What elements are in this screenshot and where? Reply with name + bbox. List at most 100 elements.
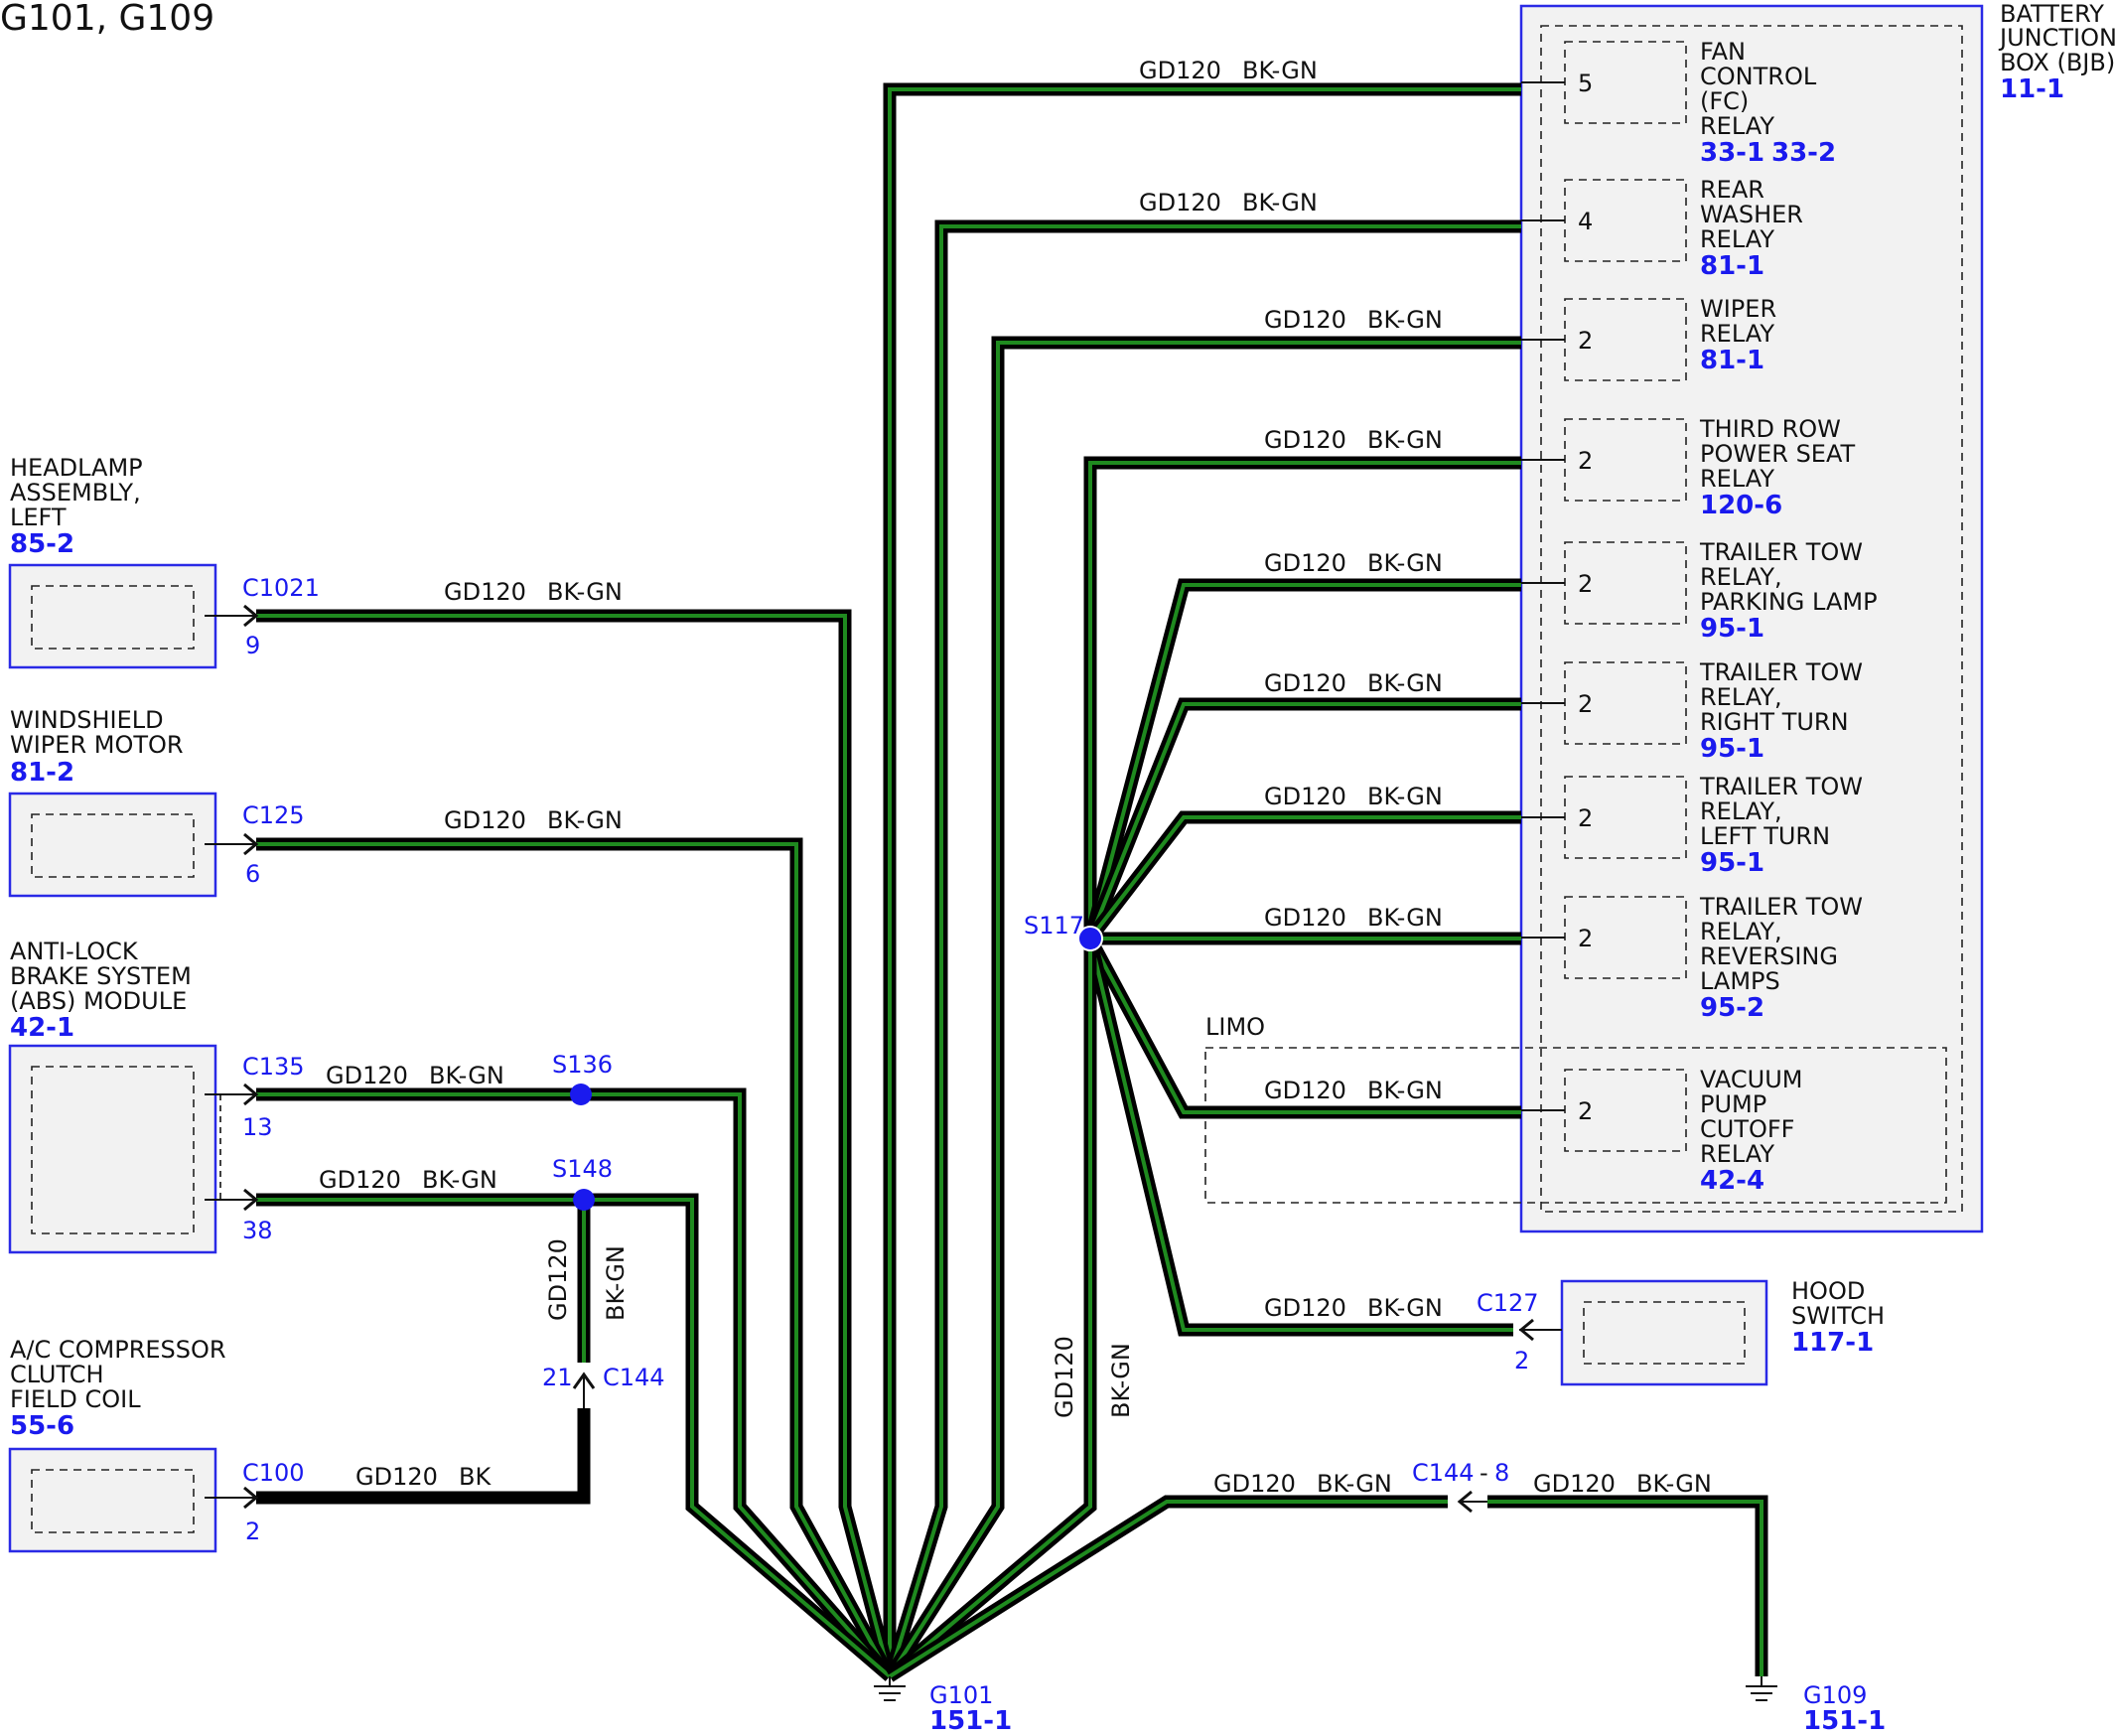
wiper-motor-ref: 81-2: [10, 758, 74, 788]
relay-name-7-3: LAMPS: [1700, 967, 1780, 995]
wire-labels: GD120 BK-GN GD120 BK-GN GD120 BK-GN GD120 BK-GN…: [319, 57, 1712, 1498]
relay-pin-2: 2: [1578, 327, 1593, 355]
pin-c127: 2: [1514, 1347, 1529, 1374]
label-s148-vert-circuit: GD120: [544, 1238, 572, 1321]
relay-ref-0-0: 33-1: [1700, 138, 1764, 168]
relay-pin-7: 2: [1578, 925, 1593, 952]
relay-name-0-2: (FC): [1700, 87, 1749, 115]
wire-c144-8-g109-outline: [1487, 1495, 1768, 1676]
relay-name-8-2: CUTOFF: [1700, 1115, 1794, 1143]
label-wiper-motor-circuit: GD120: [444, 806, 526, 834]
label-left-circuit: GD120: [1264, 783, 1346, 810]
relay-name-4-2: PARKING LAMP: [1700, 588, 1878, 616]
splice-s136: [570, 1084, 592, 1105]
ground-g101-symbol: [874, 1676, 906, 1701]
label-ac-clutch-circuit: GD120: [355, 1463, 438, 1491]
ground-g101-ref: 151-1: [929, 1706, 1012, 1731]
label-parking-color: BK-GN: [1367, 549, 1443, 577]
relay-name-5-0: TRAILER TOW: [1699, 658, 1863, 686]
relay-name-1-2: RELAY: [1700, 225, 1774, 253]
relay-name-8-0: VACUUM: [1700, 1066, 1802, 1093]
schematic-canvas: G101, G109 BATTERY JUNCTION BOX (BJB) 11…: [0, 0, 2115, 1736]
connector-c144-8: C144: [1412, 1459, 1475, 1487]
relay-name-7-0: TRAILER TOW: [1699, 893, 1863, 921]
ac-compressor-clutch: [8, 1447, 217, 1553]
relay-pin-5: 2: [1578, 690, 1593, 718]
relay-name-1-1: WASHER: [1700, 201, 1803, 228]
abs-ref: 42-1: [10, 1013, 74, 1043]
label-s117-vert-circuit: GD120: [1051, 1336, 1078, 1418]
hood-switch-ref: 117-1: [1791, 1328, 1874, 1358]
label-fc-color: BK-GN: [1242, 57, 1318, 84]
wire-c144-8-ground-outline: [886, 1495, 1448, 1682]
ac-clutch-name-3: FIELD COIL: [10, 1385, 141, 1413]
ground-g101: G101: [929, 1681, 993, 1709]
label-headlamp-circuit: GD120: [444, 578, 526, 606]
relay-ref-8-0: 42-4: [1700, 1166, 1764, 1196]
ac-clutch-name-2: CLUTCH: [10, 1361, 104, 1388]
pin-c100: 2: [245, 1518, 260, 1545]
ground-g109-symbol: [1746, 1676, 1777, 1701]
relay-name-4-1: RELAY,: [1700, 563, 1782, 591]
headlamp-assembly-left: [8, 563, 217, 669]
ground-g109-ref: 151-1: [1803, 1706, 1886, 1731]
label-wiper-circuit: GD120: [1264, 306, 1346, 334]
label-ac-clutch-color: BK: [459, 1463, 492, 1491]
label-abs-13-color: BK-GN: [429, 1062, 504, 1089]
label-rear-washer-color: BK-GN: [1242, 189, 1318, 217]
relay-name-2-0: WIPER: [1700, 295, 1776, 323]
pin-c1021: 9: [245, 632, 260, 659]
label-c144-8-right-color: BK-GN: [1636, 1470, 1712, 1498]
relay-name-6-2: LEFT TURN: [1700, 822, 1830, 850]
hood-switch-name-2: SWITCH: [1791, 1302, 1885, 1330]
splice-s148-label: S148: [552, 1155, 613, 1183]
relay-name-0-0: FAN: [1700, 38, 1746, 66]
label-reversing-color: BK-GN: [1367, 904, 1443, 932]
relay-name-1-0: REAR: [1700, 176, 1764, 204]
bjb-name-3: BOX (BJB): [2000, 49, 2115, 76]
relay-name-0-1: CONTROL: [1700, 63, 1817, 90]
relay-name-3-0: THIRD ROW: [1699, 415, 1841, 443]
splice-s148: [573, 1189, 595, 1211]
splice-s117-label: S117: [1024, 912, 1084, 940]
connector-c1021: C1021: [242, 574, 320, 602]
label-third-row-color: BK-GN: [1367, 426, 1443, 454]
abs-module: [8, 1044, 217, 1254]
relay-ref-7-0: 95-2: [1700, 993, 1764, 1023]
relay-ref-6-0: 95-1: [1700, 848, 1764, 878]
connector-c144-8-pin: 8: [1494, 1459, 1509, 1487]
wire-hood-switch-stripe: [1088, 938, 1513, 1332]
wiper-motor-name-2: WIPER MOTOR: [10, 731, 184, 759]
hood-switch: [1560, 1279, 1768, 1386]
label-right-color: BK-GN: [1367, 669, 1443, 697]
bjb-ref: 11-1: [2000, 74, 2064, 104]
wire-c144-8-ground-stripe: [888, 1500, 1448, 1678]
relay-ref-2-0: 81-1: [1700, 346, 1764, 375]
label-hood-color: BK-GN: [1367, 1294, 1443, 1322]
wiring-diagram: G101, G109 BATTERY JUNCTION BOX (BJB) 11…: [0, 0, 2115, 1736]
relay-name-2-1: RELAY: [1700, 320, 1774, 348]
relay-ref-5-0: 95-1: [1700, 734, 1764, 764]
headlamp-ref: 85-2: [10, 529, 74, 559]
label-c144-8-right-circuit: GD120: [1533, 1470, 1616, 1498]
headlamp-name-3: LEFT: [10, 504, 67, 531]
label-c144-8-left-circuit: GD120: [1213, 1470, 1296, 1498]
label-vacuum-circuit: GD120: [1264, 1077, 1346, 1104]
relay-pin-3: 2: [1578, 447, 1593, 475]
relay-ref-1-0: 81-1: [1700, 251, 1764, 281]
relay-name-5-2: RIGHT TURN: [1700, 708, 1849, 736]
ac-clutch-name-1: A/C COMPRESSOR: [10, 1336, 226, 1364]
connector-c127: C127: [1477, 1289, 1539, 1317]
relay-pin-4: 2: [1578, 570, 1593, 598]
label-abs-38-color: BK-GN: [422, 1166, 497, 1194]
ground-g109: G109: [1803, 1681, 1867, 1709]
label-wiper-motor-color: BK-GN: [547, 806, 623, 834]
connector-c135: C135: [242, 1053, 305, 1081]
abs-name-3: (ABS) MODULE: [10, 987, 187, 1015]
label-s148-vert-color: BK-GN: [602, 1245, 630, 1321]
connector-c125: C125: [242, 801, 305, 829]
label-rear-washer-circuit: GD120: [1139, 189, 1221, 217]
label-s117-vert-color: BK-GN: [1107, 1343, 1135, 1418]
pin-c135-38: 38: [242, 1217, 273, 1244]
relay-name-6-0: TRAILER TOW: [1699, 773, 1863, 800]
